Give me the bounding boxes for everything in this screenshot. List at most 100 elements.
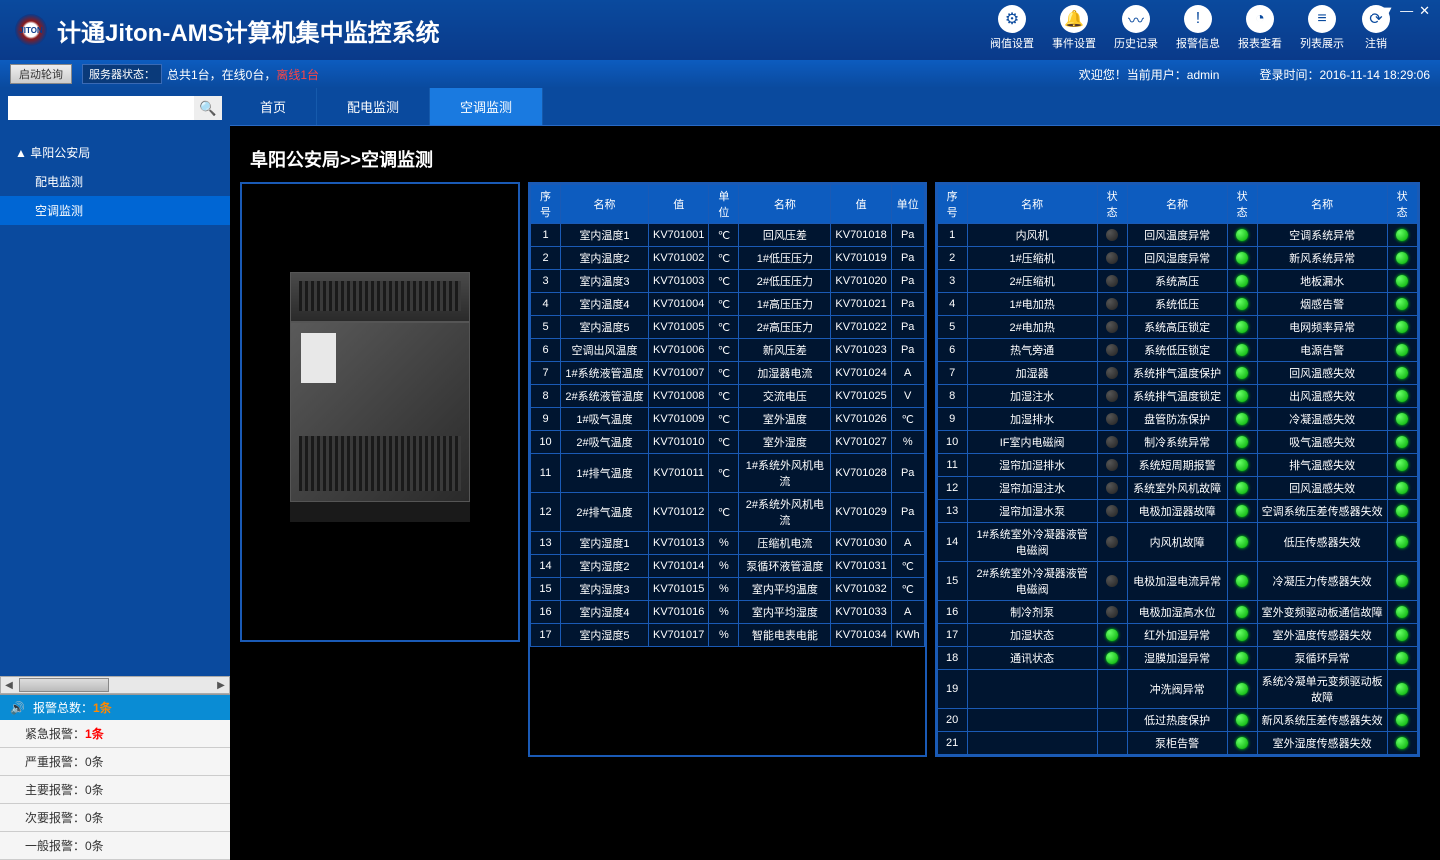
cell [1227,647,1257,670]
start-polling-button[interactable]: 启动轮询 [10,64,72,84]
tool-事件设置[interactable]: 🔔事件设置 [1052,5,1096,51]
cell: 15 [937,562,967,601]
tool-历史记录[interactable]: 〰历史记录 [1114,5,1158,51]
alarm-minor-row[interactable]: 次要报警：0条 [0,804,230,832]
cell: 电极加湿器故障 [1127,500,1227,523]
cell: 制冷系统异常 [1127,431,1227,454]
search-input[interactable] [8,96,194,120]
cell: KV701033 [831,601,891,624]
status-led-icon [1396,505,1408,517]
cell: % [709,624,739,647]
cell: KV701034 [831,624,891,647]
cell: 4 [937,293,967,316]
cell: 13 [937,500,967,523]
tab-空调监测[interactable]: 空调监测 [430,88,543,125]
cell: 19 [937,670,967,709]
cell [1097,624,1127,647]
status-led-icon [1396,298,1408,310]
cell: 地板漏水 [1257,270,1387,293]
status-led-icon [1236,652,1248,664]
sidebar-scrollbar[interactable]: ◀ ▶ [0,676,230,694]
cell: KV701009 [649,408,709,431]
cell: 湿帘加湿水泵 [967,500,1097,523]
cell: 16 [937,601,967,624]
cell [1097,270,1127,293]
tree-root-node[interactable]: ▲ 阜阳公安局 [0,138,230,167]
table-row: 1室内温度1KV701001℃回风压差KV701018Pa [531,224,925,247]
cell: Pa [891,270,924,293]
status-led-icon [1236,252,1248,264]
alarm-general-row[interactable]: 一般报警：0条 [0,832,230,860]
table-row: 111#排气温度KV701011℃1#系统外风机电流KV701028Pa [531,454,925,493]
alarm-major-row[interactable]: 主要报警：0条 [0,776,230,804]
tool-label: 阀值设置 [990,35,1034,51]
col-header: 名称 [739,185,831,224]
cell: 室外湿度 [739,431,831,454]
status-led-icon [1396,390,1408,402]
cell: KV701028 [831,454,891,493]
cell [1097,385,1127,408]
cell: 1#系统外风机电流 [739,454,831,493]
cell: 8 [937,385,967,408]
table-row: 19冲洗阀异常系统冷凝单元变频驱动板故障 [937,670,1417,709]
dropdown-button[interactable]: ▼ [1381,3,1394,19]
close-button[interactable]: ✕ [1419,3,1430,19]
cell: Pa [891,247,924,270]
sound-icon: 🔊 [10,701,25,715]
scroll-thumb[interactable] [19,678,109,692]
tab-首页[interactable]: 首页 [230,88,317,125]
tab-配电监测[interactable]: 配电监测 [317,88,430,125]
alarm-severe-row[interactable]: 严重报警：0条 [0,748,230,776]
cell [1227,500,1257,523]
cell: 7 [937,362,967,385]
server-status-text: 总共1台，在线0台， [167,66,276,83]
cell: 2#系统室外冷凝器液管电磁阀 [967,562,1097,601]
cell: 电极加湿高水位 [1127,601,1227,624]
cell: 2#低压压力 [739,270,831,293]
cell: 系统高压锁定 [1127,316,1227,339]
status-led-icon [1396,436,1408,448]
cell: 4 [531,293,561,316]
search-button[interactable]: 🔍 [194,96,222,120]
cell: ℃ [709,362,739,385]
tool-icon: ⚙ [998,5,1026,33]
minimize-button[interactable]: — [1400,3,1413,19]
status-led-icon [1396,321,1408,333]
alarm-panel: 🔊 报警总数： 1条 紧急报警：1条 严重报警：0条 主要报警：0条 次要报警：… [0,694,230,860]
cell: KV701030 [831,532,891,555]
status-bar: 启动轮询 服务器状态： 总共1台，在线0台， 离线1台 欢迎您！当前用户：adm… [0,60,1440,88]
table-row: 141#系统室外冷凝器液管电磁阀内风机故障低压传感器失效 [937,523,1417,562]
table-row: 17加湿状态红外加湿异常室外温度传感器失效 [937,624,1417,647]
tree-node-ac[interactable]: 空调监测 [0,196,230,225]
cell: 室内湿度2 [561,555,649,578]
cell: 室内湿度3 [561,578,649,601]
help-button[interactable]: ? [1368,3,1375,19]
alarm-urgent-row[interactable]: 紧急报警：1条 [0,720,230,748]
cell: 1#系统液管温度 [561,362,649,385]
cell [1227,732,1257,755]
status-led-icon [1396,629,1408,641]
cell: 系统冷凝单元变频驱动板故障 [1257,670,1387,709]
scroll-right-icon[interactable]: ▶ [213,677,229,693]
cell: 13 [531,532,561,555]
alarm-header[interactable]: 🔊 报警总数： 1条 [0,695,230,720]
status-led-icon [1236,714,1248,726]
cell: 17 [937,624,967,647]
cell: ℃ [709,431,739,454]
scroll-left-icon[interactable]: ◀ [1,677,17,693]
cell: ℃ [891,578,924,601]
cell: 14 [531,555,561,578]
status-led-icon [1106,575,1118,587]
tool-报警信息[interactable]: !报警信息 [1176,5,1220,51]
tool-阀值设置[interactable]: ⚙ 阀值设置 [990,5,1034,51]
cell: KV701013 [649,532,709,555]
cell: 吸气温感失效 [1257,431,1387,454]
status-led-icon [1396,275,1408,287]
cell [1387,500,1417,523]
cell [1097,293,1127,316]
status-led-icon [1106,252,1118,264]
cell: 3 [531,270,561,293]
tree-node-power[interactable]: 配电监测 [0,167,230,196]
tool-报表查看[interactable]: ◔报表查看 [1238,5,1282,51]
tool-列表展示[interactable]: ≡列表展示 [1300,5,1344,51]
